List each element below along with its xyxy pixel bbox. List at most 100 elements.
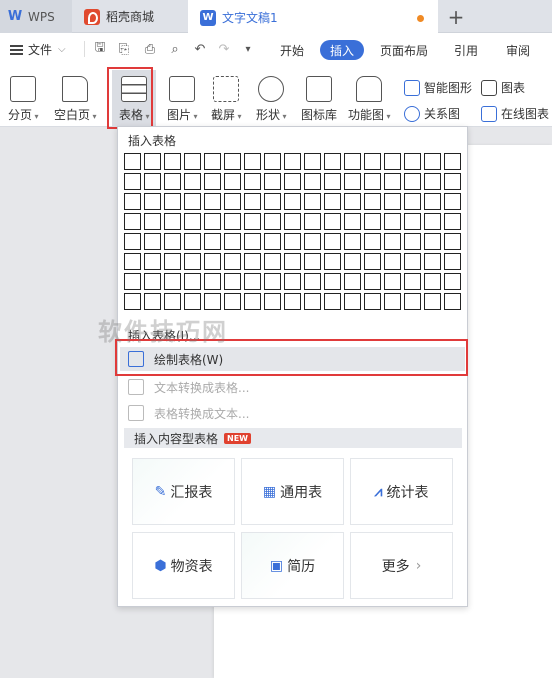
table-grid-cell[interactable] xyxy=(304,193,321,210)
chart-button[interactable]: 图表 xyxy=(481,79,525,96)
table-grid-cell[interactable] xyxy=(424,213,441,230)
table-grid-cell[interactable] xyxy=(264,153,281,170)
table-grid-cell[interactable] xyxy=(164,253,181,270)
table-grid-cell[interactable] xyxy=(224,293,241,310)
export-icon[interactable]: ⎘ xyxy=(116,41,132,57)
table-grid-cell[interactable] xyxy=(344,233,361,250)
table-grid-cell[interactable] xyxy=(244,193,261,210)
table-grid-cell[interactable] xyxy=(324,153,341,170)
table-grid-cell[interactable] xyxy=(264,293,281,310)
table-grid-cell[interactable] xyxy=(284,253,301,270)
table-grid-cell[interactable] xyxy=(344,173,361,190)
table-grid-cell[interactable] xyxy=(284,193,301,210)
online-chart-button[interactable]: 在线图表 xyxy=(481,105,549,122)
table-grid-cell[interactable] xyxy=(224,173,241,190)
table-grid-cell[interactable] xyxy=(324,193,341,210)
table-grid-cell[interactable] xyxy=(204,153,221,170)
add-tab-button[interactable]: + xyxy=(442,0,470,33)
table-grid-cell[interactable] xyxy=(344,293,361,310)
table-grid-cell[interactable] xyxy=(144,273,161,290)
table-grid-cell[interactable] xyxy=(304,273,321,290)
table-grid-cell[interactable] xyxy=(444,253,461,270)
table-grid-cell[interactable] xyxy=(264,253,281,270)
table-grid-cell[interactable] xyxy=(344,193,361,210)
relation-chart-button[interactable]: 关系图 xyxy=(404,105,460,122)
table-grid-cell[interactable] xyxy=(144,253,161,270)
table-grid-cell[interactable] xyxy=(304,253,321,270)
screenshot-button[interactable]: 截屏 xyxy=(211,76,242,123)
table-grid-cell[interactable] xyxy=(144,193,161,210)
table-grid-cell[interactable] xyxy=(404,253,421,270)
resume-card[interactable]: ▣ 简历 xyxy=(241,532,344,599)
table-grid-cell[interactable] xyxy=(384,273,401,290)
table-grid-cell[interactable] xyxy=(304,233,321,250)
table-grid-cell[interactable] xyxy=(204,213,221,230)
table-grid-cell[interactable] xyxy=(364,153,381,170)
table-grid-cell[interactable] xyxy=(284,233,301,250)
table-grid-cell[interactable] xyxy=(284,213,301,230)
quick-access-dropdown-icon[interactable]: ▾ xyxy=(240,41,256,57)
table-grid-cell[interactable] xyxy=(264,193,281,210)
table-grid-cell[interactable] xyxy=(184,253,201,270)
table-grid-cell[interactable] xyxy=(164,173,181,190)
table-grid-cell[interactable] xyxy=(324,233,341,250)
table-grid-cell[interactable] xyxy=(204,193,221,210)
table-grid-cell[interactable] xyxy=(324,293,341,310)
table-grid-cell[interactable] xyxy=(184,273,201,290)
table-grid-cell[interactable] xyxy=(264,213,281,230)
icon-library-button[interactable]: 图标库 xyxy=(301,76,337,123)
tab-insert[interactable]: 插入 xyxy=(320,40,364,60)
table-grid-cell[interactable] xyxy=(344,213,361,230)
table-grid-cell[interactable] xyxy=(124,213,141,230)
table-grid-cell[interactable] xyxy=(364,253,381,270)
table-grid-cell[interactable] xyxy=(124,153,141,170)
table-grid-cell[interactable] xyxy=(444,153,461,170)
table-grid-cell[interactable] xyxy=(324,213,341,230)
table-grid-cell[interactable] xyxy=(344,273,361,290)
table-grid-cell[interactable] xyxy=(204,233,221,250)
undo-icon[interactable]: ↶ xyxy=(192,41,208,57)
file-menu-button[interactable]: 文件 ⌵ xyxy=(10,41,66,58)
table-grid-cell[interactable] xyxy=(364,173,381,190)
table-grid-cell[interactable] xyxy=(424,173,441,190)
redo-icon[interactable]: ↷ xyxy=(216,41,232,57)
table-grid-cell[interactable] xyxy=(404,273,421,290)
save-icon[interactable]: 🖫 xyxy=(92,40,108,57)
table-grid-cell[interactable] xyxy=(244,293,261,310)
table-grid-cell[interactable] xyxy=(384,253,401,270)
table-grid-cell[interactable] xyxy=(144,213,161,230)
table-grid-cell[interactable] xyxy=(444,233,461,250)
table-grid-cell[interactable] xyxy=(204,173,221,190)
table-grid-cell[interactable] xyxy=(164,293,181,310)
table-grid-cell[interactable] xyxy=(144,233,161,250)
table-grid-cell[interactable] xyxy=(304,213,321,230)
table-grid-cell[interactable] xyxy=(444,193,461,210)
table-grid-cell[interactable] xyxy=(204,273,221,290)
tab-review[interactable]: 审阅 xyxy=(498,40,538,60)
table-grid-cell[interactable] xyxy=(444,293,461,310)
table-grid-cell[interactable] xyxy=(324,253,341,270)
table-grid-cell[interactable] xyxy=(224,253,241,270)
tab-wps[interactable]: W WPS xyxy=(0,0,72,33)
function-chart-button[interactable]: 功能图 xyxy=(348,76,391,123)
print-icon[interactable]: ⎙ xyxy=(142,41,158,57)
table-grid-cell[interactable] xyxy=(224,193,241,210)
table-grid-cell[interactable] xyxy=(404,233,421,250)
table-grid-cell[interactable] xyxy=(124,233,141,250)
table-grid-cell[interactable] xyxy=(304,153,321,170)
smart-art-button[interactable]: 智能图形 xyxy=(404,79,472,96)
table-grid-cell[interactable] xyxy=(404,193,421,210)
tab-page-layout[interactable]: 页面布局 xyxy=(374,40,434,60)
table-grid-cell[interactable] xyxy=(124,273,141,290)
table-grid-cell[interactable] xyxy=(284,153,301,170)
table-grid-cell[interactable] xyxy=(424,253,441,270)
table-grid-cell[interactable] xyxy=(444,273,461,290)
page-break-button[interactable]: 分页 xyxy=(8,76,39,123)
table-grid-cell[interactable] xyxy=(164,233,181,250)
picture-button[interactable]: 图片 xyxy=(167,76,198,123)
table-grid-cell[interactable] xyxy=(284,293,301,310)
table-grid-cell[interactable] xyxy=(244,153,261,170)
stats-table-card[interactable]: ⩘ 统计表 xyxy=(350,458,453,525)
table-grid-cell[interactable] xyxy=(364,233,381,250)
table-grid-cell[interactable] xyxy=(364,293,381,310)
